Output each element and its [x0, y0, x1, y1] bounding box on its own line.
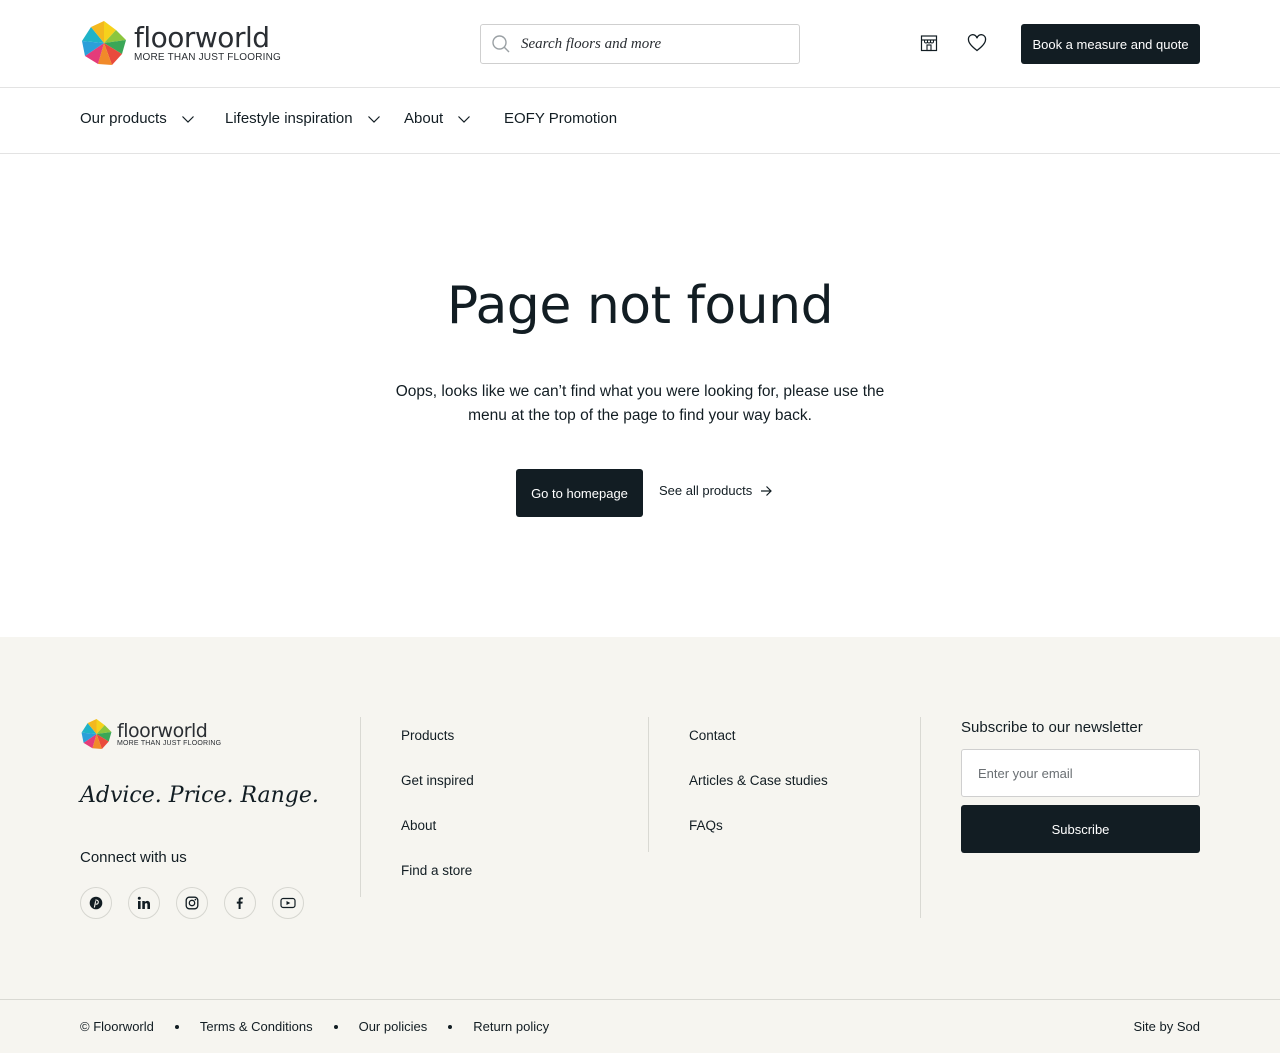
page-title: Page not found — [446, 276, 834, 336]
legal-links: © Floorworld Terms & Conditions Our poli… — [80, 1019, 549, 1034]
youtube-button[interactable] — [272, 887, 304, 919]
see-all-products-link[interactable]: See all products — [659, 483, 773, 498]
footer-links-col-2: Contact Articles & Case studies FAQs — [689, 727, 828, 835]
chevron-down-icon — [458, 115, 471, 123]
footer-divider — [648, 717, 649, 852]
nav-item-about[interactable]: About — [404, 110, 471, 127]
main-nav: Our products Lifestyle inspiration About… — [0, 88, 1280, 154]
nav-item-our-products[interactable]: Our products — [80, 110, 195, 127]
nav-item-lifestyle-inspiration[interactable]: Lifestyle inspiration — [225, 110, 381, 127]
footer-divider — [920, 717, 921, 918]
heart-icon — [967, 34, 987, 52]
page-description: Oops, looks like we can’t find what you … — [395, 383, 885, 424]
newsletter-email-input[interactable] — [961, 749, 1200, 797]
copyright: © Floorworld — [80, 1019, 154, 1034]
chevron-down-icon — [181, 115, 194, 123]
footer-link-find-a-store[interactable]: Find a store — [401, 862, 474, 880]
subscribe-button[interactable]: Subscribe — [961, 805, 1200, 853]
footer-link-faqs[interactable]: FAQs — [689, 817, 828, 835]
search-icon — [492, 35, 510, 53]
logo-pinwheel-icon — [82, 21, 126, 65]
facebook-button[interactable] — [224, 887, 256, 919]
store-icon — [920, 35, 938, 52]
social-links — [80, 887, 304, 919]
return-policy-link[interactable]: Return policy — [473, 1019, 549, 1034]
pinterest-icon — [89, 896, 103, 910]
footer-link-get-inspired[interactable]: Get inspired — [401, 772, 474, 790]
footer-bottom-bar: © Floorworld Terms & Conditions Our poli… — [0, 999, 1280, 1053]
arrow-right-icon — [761, 485, 773, 496]
linkedin-button[interactable] — [128, 887, 160, 919]
youtube-icon — [280, 897, 296, 909]
footer-link-contact[interactable]: Contact — [689, 727, 828, 745]
pinterest-button[interactable] — [80, 887, 112, 919]
footer-link-products[interactable]: Products — [401, 727, 474, 745]
store-locator-button[interactable] — [918, 32, 940, 54]
footer-logo[interactable]: floorworld MORE THAN JUST FLOORING — [80, 717, 221, 751]
connect-label: Connect with us — [80, 849, 187, 866]
linkedin-icon — [137, 896, 150, 909]
chevron-down-icon — [367, 115, 380, 123]
footer-logo-tagline: MORE THAN JUST FLOORING — [117, 740, 222, 747]
separator-dot — [448, 1024, 453, 1029]
footer-logo-wordmark: floorworld — [117, 720, 208, 742]
site-footer: floorworld MORE THAN JUST FLOORING Advic… — [0, 637, 1280, 1053]
footer-link-articles[interactable]: Articles & Case studies — [689, 772, 828, 790]
book-measure-quote-button[interactable]: Book a measure and quote — [1021, 24, 1200, 64]
separator-dot — [333, 1024, 338, 1029]
policies-link[interactable]: Our policies — [359, 1019, 428, 1034]
site-header: floorworld MORE THAN JUST FLOORING Book … — [0, 0, 1280, 88]
logo-wordmark: floorworld — [134, 21, 270, 54]
newsletter-title: Subscribe to our newsletter — [961, 719, 1143, 736]
footer-slogan: Advice. Price. Range. — [80, 783, 319, 808]
logo-pinwheel-icon — [81, 719, 112, 749]
go-to-homepage-button[interactable]: Go to homepage — [516, 469, 643, 517]
terms-link[interactable]: Terms & Conditions — [200, 1019, 313, 1034]
instagram-button[interactable] — [176, 887, 208, 919]
footer-divider — [360, 717, 361, 897]
facebook-icon — [236, 897, 243, 909]
logo-tagline: MORE THAN JUST FLOORING — [134, 52, 282, 63]
site-logo[interactable]: floorworld MORE THAN JUST FLOORING — [80, 18, 281, 68]
footer-link-about[interactable]: About — [401, 817, 474, 835]
search-input[interactable] — [521, 35, 781, 53]
footer-links-col-1: Products Get inspired About Find a store — [401, 727, 474, 880]
nav-item-eofy-promotion[interactable]: EOFY Promotion — [504, 110, 617, 127]
site-credit-link[interactable]: Site by Sod — [1134, 1019, 1201, 1034]
separator-dot — [174, 1024, 179, 1029]
wishlist-button[interactable] — [966, 32, 988, 54]
instagram-icon — [185, 896, 199, 910]
search-box[interactable] — [480, 24, 800, 64]
not-found-section: Page not found Oops, looks like we can’t… — [0, 154, 1280, 637]
